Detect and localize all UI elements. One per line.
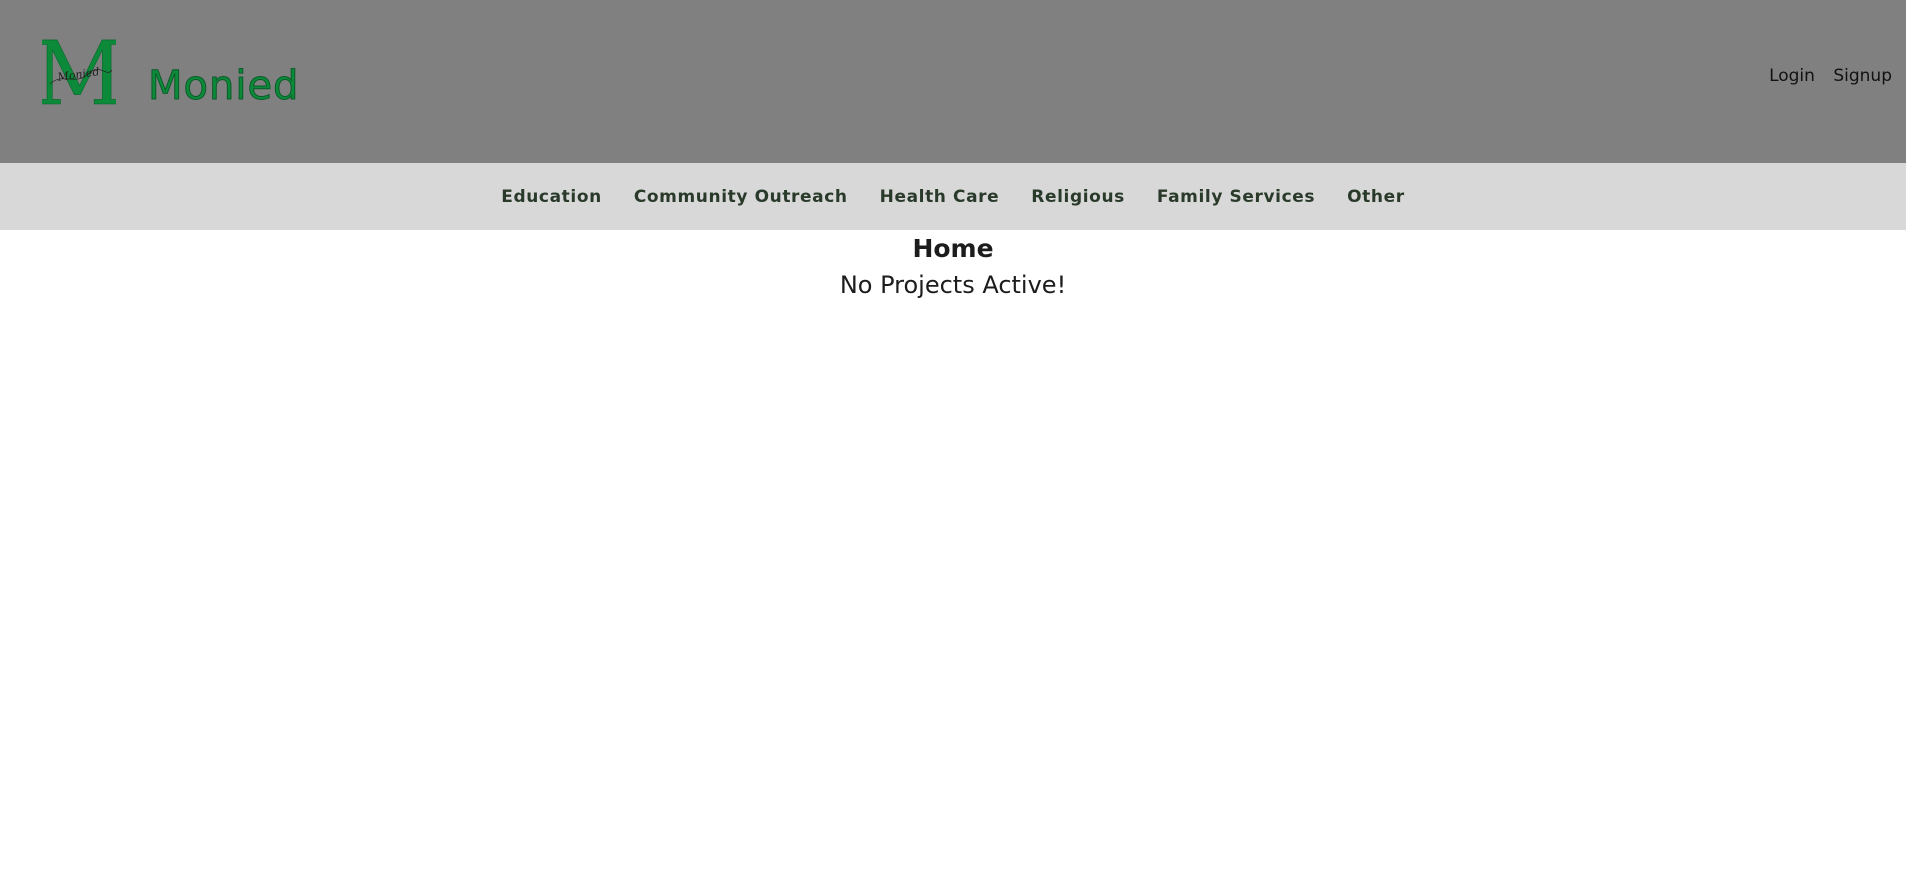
brand-name[interactable]: Monied [147, 66, 299, 107]
nav-item-religious[interactable]: Religious [1031, 187, 1125, 207]
main-content: Home No Projects Active! [0, 230, 1906, 301]
login-link[interactable]: Login [1769, 66, 1815, 86]
monied-logo-icon[interactable]: M Monied [42, 36, 116, 108]
nav-item-education[interactable]: Education [501, 187, 602, 207]
page-title: Home [912, 234, 994, 263]
nav-item-other[interactable]: Other [1347, 187, 1405, 207]
nav-item-health-care[interactable]: Health Care [880, 187, 1000, 207]
auth-links: Login Signup [1756, 66, 1892, 86]
category-nav: Education Community Outreach Health Care… [0, 163, 1906, 230]
nav-item-community-outreach[interactable]: Community Outreach [634, 187, 848, 207]
status-message: No Projects Active! [839, 270, 1067, 299]
nav-item-family-services[interactable]: Family Services [1157, 187, 1315, 207]
signup-link[interactable]: Signup [1833, 66, 1892, 86]
site-header: M Monied Monied Login Signup [0, 0, 1906, 163]
